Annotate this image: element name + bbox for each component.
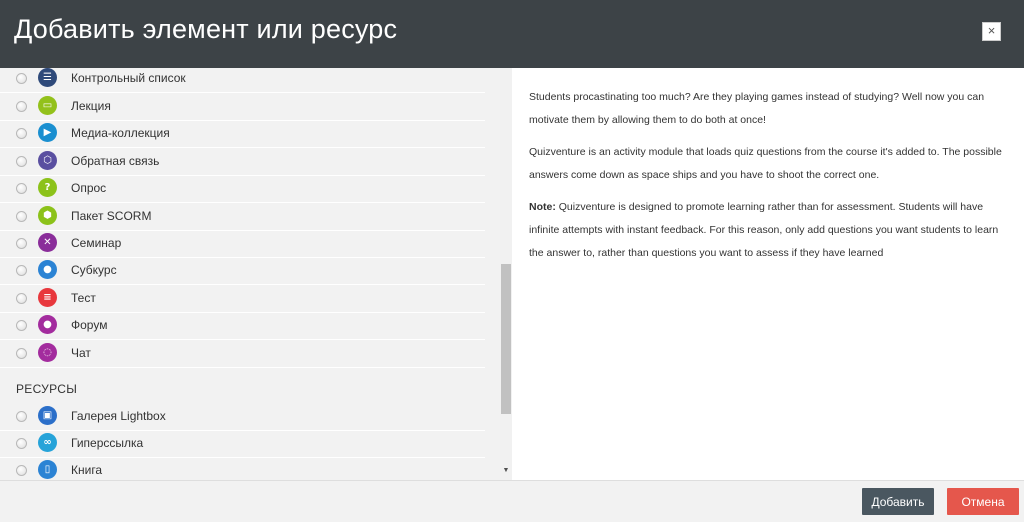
- book-icon: ▯: [38, 460, 57, 479]
- item-label: Лекция: [71, 99, 111, 113]
- item-label: Галерея Lightbox: [71, 409, 166, 423]
- radio-button[interactable]: [16, 265, 27, 276]
- chat-icon: ◌: [38, 343, 57, 362]
- choice-icon: ?: [38, 178, 57, 197]
- note-label: Note:: [529, 201, 556, 213]
- description-paragraph: Quizventure is an activity module that l…: [529, 146, 1002, 181]
- list-item-lesson[interactable]: ▭ Лекция: [0, 94, 485, 121]
- cancel-button[interactable]: Отмена: [947, 488, 1019, 515]
- list-item-url[interactable]: ∞ Гиперссылка: [0, 431, 485, 458]
- item-label: Книга: [71, 463, 103, 477]
- modal-footer: Добавить Отмена: [0, 480, 1024, 522]
- list-item-book[interactable]: ▯ Книга: [0, 458, 485, 480]
- scorm-icon: ⬢: [38, 206, 57, 225]
- list-item-quiz[interactable]: ≡ Тест: [0, 286, 485, 313]
- radio-button[interactable]: [16, 156, 27, 167]
- modal-title: Добавить элемент или ресурс: [14, 14, 398, 44]
- description-paragraph: Students procastinating too much? Are th…: [529, 91, 985, 126]
- resources-section-title: РЕСУРСЫ: [16, 382, 78, 396]
- radio-button[interactable]: [16, 438, 27, 449]
- module-list-scrollbar[interactable]: ▼: [500, 68, 512, 480]
- radio-button[interactable]: [16, 101, 27, 112]
- forum-icon: ●: [38, 315, 57, 334]
- item-label: Обратная связь: [71, 154, 160, 168]
- item-label: Семинар: [71, 236, 122, 250]
- list-item-media-collection[interactable]: ▶ Медиа-коллекция: [0, 121, 485, 148]
- checklist-icon: ☰: [38, 68, 57, 87]
- item-label: Медиа-коллекция: [71, 126, 170, 140]
- module-list: ☰ Контрольный список ▭ Лекция ▶ Медиа-ко…: [0, 68, 500, 480]
- description-note: Note: Quizventure is designed to promote…: [529, 196, 1008, 265]
- lightbox-gallery-icon: ▣: [38, 406, 57, 425]
- item-label: Опрос: [71, 181, 107, 195]
- radio-button[interactable]: [16, 411, 27, 422]
- radio-button[interactable]: [16, 348, 27, 359]
- list-item-chat[interactable]: ◌ Чат: [0, 341, 485, 368]
- feedback-icon: ⬡: [38, 151, 57, 170]
- item-label: Субкурс: [71, 263, 117, 277]
- item-label: Форум: [71, 318, 108, 332]
- lesson-icon: ▭: [38, 96, 57, 115]
- radio-button[interactable]: [16, 293, 27, 304]
- list-item-checklist[interactable]: ☰ Контрольный список: [0, 68, 485, 93]
- add-button[interactable]: Добавить: [862, 488, 934, 515]
- subcourse-icon: ●: [38, 260, 57, 279]
- url-link-icon: ∞: [38, 433, 57, 452]
- item-label: Тест: [71, 291, 96, 305]
- radio-button[interactable]: [16, 183, 27, 194]
- item-label: Гиперссылка: [71, 436, 144, 450]
- radio-button[interactable]: [16, 73, 27, 84]
- radio-button[interactable]: [16, 128, 27, 139]
- list-item-choice[interactable]: ? Опрос: [0, 176, 485, 203]
- radio-button[interactable]: [16, 238, 27, 249]
- list-item-subcourse[interactable]: ● Субкурс: [0, 258, 485, 285]
- module-description: Students procastinating too much? Are th…: [512, 68, 1024, 480]
- list-item-forum[interactable]: ● Форум: [0, 313, 485, 340]
- scroll-down-arrow-icon[interactable]: ▼: [502, 467, 510, 475]
- close-button[interactable]: ×: [982, 22, 1001, 41]
- radio-button[interactable]: [16, 211, 27, 222]
- item-label: Чат: [71, 346, 91, 360]
- note-text: Quizventure is designed to promote learn…: [529, 201, 999, 259]
- radio-button[interactable]: [16, 320, 27, 331]
- item-label: Контрольный список: [71, 71, 186, 85]
- quiz-icon: ≡: [38, 288, 57, 307]
- media-collection-icon: ▶: [38, 123, 57, 142]
- item-label: Пакет SCORM: [71, 209, 152, 223]
- list-item-workshop[interactable]: ✕ Семинар: [0, 231, 485, 258]
- radio-button[interactable]: [16, 465, 27, 476]
- list-item-lightbox-gallery[interactable]: ▣ Галерея Lightbox: [0, 404, 485, 431]
- modal-header: Добавить элемент или ресурс ×: [0, 0, 1024, 68]
- list-item-scorm[interactable]: ⬢ Пакет SCORM: [0, 204, 485, 231]
- scrollbar-thumb[interactable]: [501, 264, 511, 414]
- workshop-icon: ✕: [38, 233, 57, 252]
- list-item-feedback[interactable]: ⬡ Обратная связь: [0, 149, 485, 176]
